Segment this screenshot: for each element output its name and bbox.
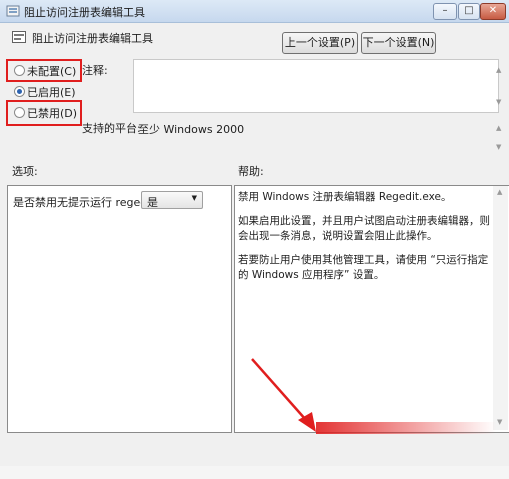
policy-editor-window: 阻止访问注册表编辑工具 – □ ✕ 阻止访问注册表编辑工具 上一个设置(P) 下…	[0, 0, 509, 479]
annotation-arrow	[251, 358, 496, 434]
bottom-area	[0, 466, 509, 479]
arrow-shaft	[251, 358, 307, 421]
arrow-tail-highlight	[316, 422, 496, 434]
